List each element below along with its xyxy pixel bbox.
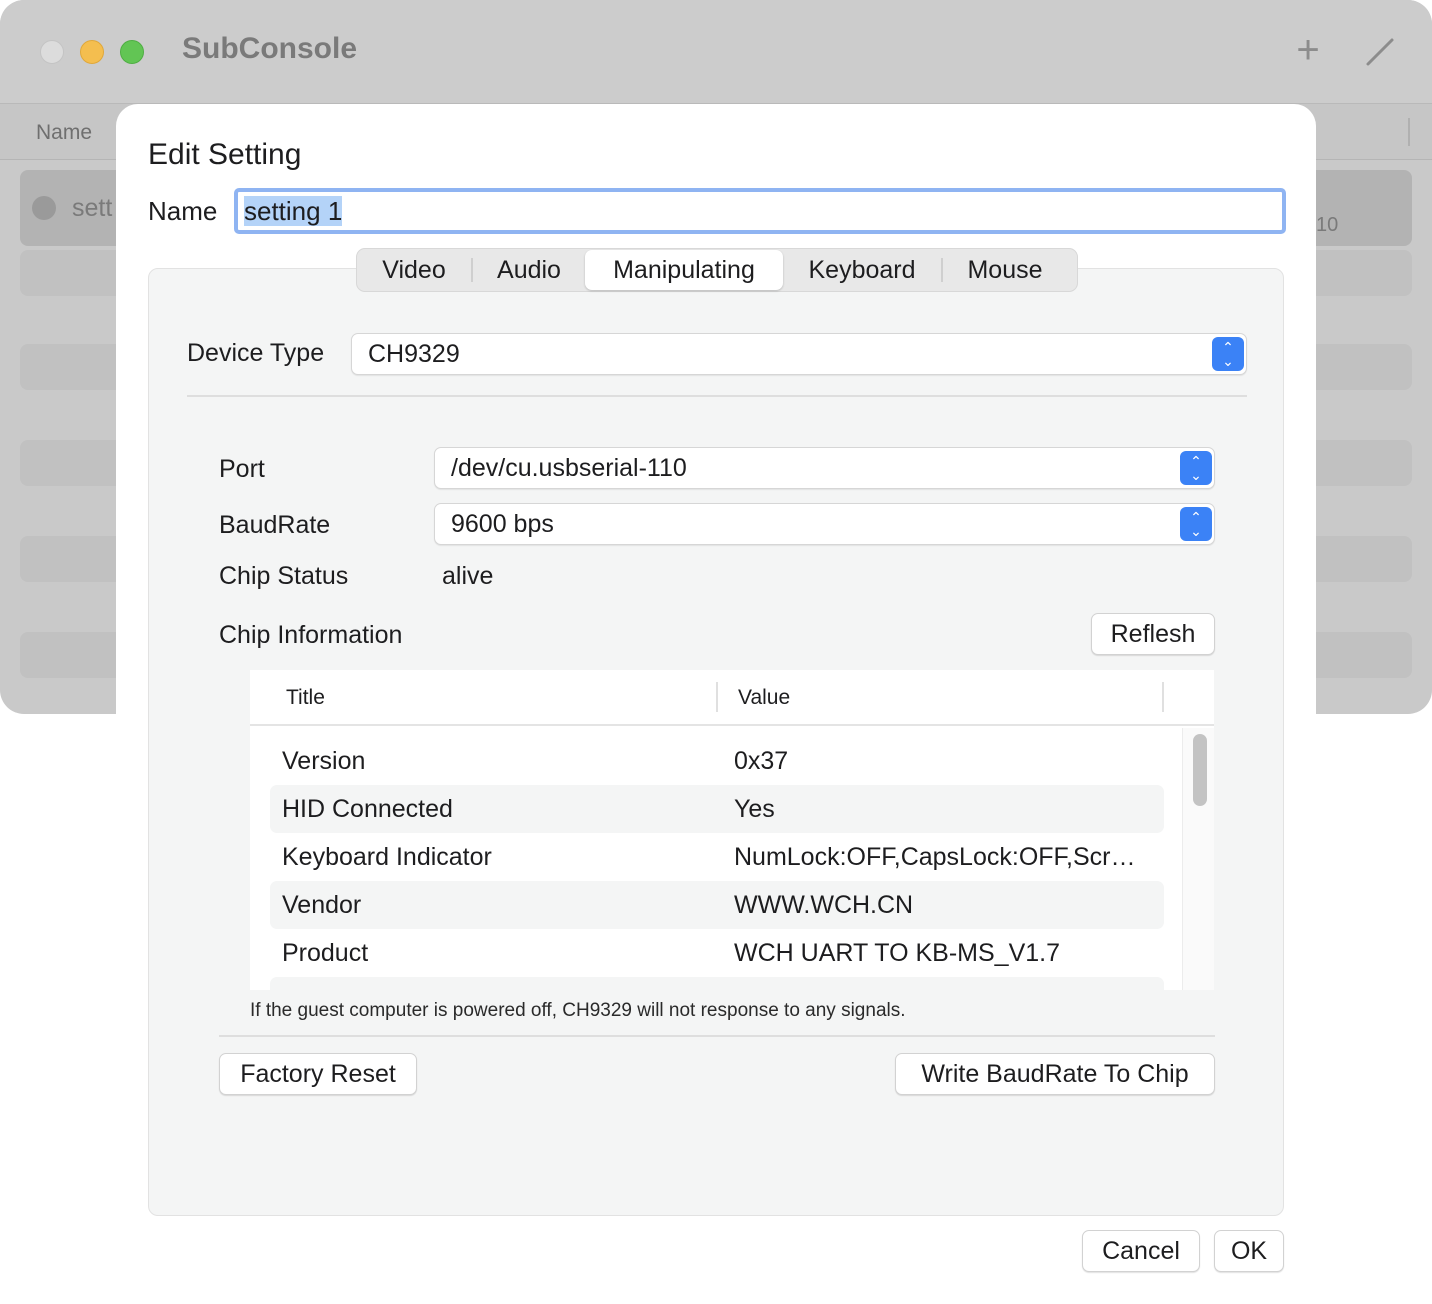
name-field[interactable]: setting 1 — [234, 188, 1286, 234]
close-window-button[interactable] — [40, 40, 64, 64]
table-header: Title Value — [250, 670, 1214, 726]
table-row[interactable]: Product WCH UART TO KB-MS_V1.7 — [270, 929, 1164, 977]
cell-title: Product — [282, 939, 369, 967]
window-title: SubConsole — [182, 32, 358, 65]
tab-keyboard[interactable]: Keyboard — [783, 250, 941, 290]
tab-mouse[interactable]: Mouse — [943, 250, 1067, 290]
chip-information-label: Chip Information — [219, 621, 403, 649]
column-separator[interactable] — [1162, 682, 1164, 712]
tab-video[interactable]: Video — [357, 250, 471, 290]
factory-reset-button[interactable]: Factory Reset — [219, 1053, 417, 1095]
chip-info-table: Title Value Version 0x37 HID Connected Y… — [250, 670, 1214, 990]
pencil-icon[interactable] — [1358, 30, 1402, 74]
table-row[interactable] — [270, 977, 1164, 990]
column-separator — [1408, 118, 1410, 146]
chevron-up-down-icon: ⌃ ⌄ — [1180, 507, 1212, 541]
titlebar: SubConsole + — [0, 0, 1432, 104]
baudrate-label: BaudRate — [219, 511, 331, 539]
write-baudrate-button[interactable]: Write BaudRate To Chip — [895, 1053, 1215, 1095]
port-select[interactable]: /dev/cu.usbserial-110 ⌃ ⌄ — [434, 447, 1215, 489]
ok-button[interactable]: OK — [1214, 1230, 1284, 1272]
cell-value: WCH UART TO KB-MS_V1.7 — [734, 939, 1061, 967]
name-field-value: setting 1 — [244, 196, 343, 226]
cell-title: Keyboard Indicator — [282, 843, 492, 871]
chevron-up-down-icon: ⌃ ⌄ — [1180, 451, 1212, 485]
tab-audio[interactable]: Audio — [473, 250, 585, 290]
table-row[interactable]: Vendor WWW.WCH.CN — [270, 881, 1164, 929]
table-row[interactable]: HID Connected Yes — [270, 785, 1164, 833]
column-header-title[interactable]: Title — [286, 686, 325, 710]
tab-manipulating[interactable]: Manipulating — [585, 250, 783, 290]
divider — [219, 1035, 1215, 1037]
cell-title: Vendor — [282, 891, 362, 919]
table-row[interactable]: Keyboard Indicator NumLock:OFF,CapsLock:… — [270, 833, 1164, 881]
baudrate-select[interactable]: 9600 bps ⌃ ⌄ — [434, 503, 1215, 545]
list-item-name: sett — [72, 194, 113, 222]
column-separator[interactable] — [716, 682, 718, 712]
cancel-button[interactable]: Cancel — [1082, 1230, 1200, 1272]
baudrate-value: 9600 bps — [451, 510, 554, 538]
minimize-window-button[interactable] — [80, 40, 104, 64]
cell-value: Yes — [734, 795, 775, 823]
list-item-detail: 10 — [1316, 214, 1339, 236]
device-type-value: CH9329 — [368, 340, 460, 368]
plus-icon[interactable]: + — [1286, 30, 1330, 74]
chip-status-value: alive — [442, 562, 494, 590]
column-header-value[interactable]: Value — [738, 686, 790, 710]
cell-title: Version — [282, 747, 366, 775]
cell-title: HID Connected — [282, 795, 453, 823]
power-off-note: If the guest computer is powered off, CH… — [250, 1000, 906, 1021]
refresh-button[interactable]: Reflesh — [1091, 613, 1215, 655]
port-label: Port — [219, 455, 265, 483]
scrollbar-thumb[interactable] — [1193, 734, 1207, 806]
chip-status-label: Chip Status — [219, 562, 349, 590]
device-type-select[interactable]: CH9329 ⌃ ⌄ — [351, 333, 1247, 375]
edit-setting-sheet: Edit Setting Name setting 1 Device Type … — [116, 104, 1316, 1304]
chevron-up-down-icon: ⌃ ⌄ — [1212, 337, 1244, 371]
tab-bar: Video Audio Manipulating Keyboard Mouse — [356, 248, 1078, 292]
vertical-scrollbar[interactable] — [1182, 728, 1214, 990]
table-row[interactable]: Version 0x37 — [270, 737, 1164, 785]
cell-value: WWW.WCH.CN — [734, 891, 914, 919]
status-dot-icon — [32, 196, 56, 220]
device-type-label: Device Type — [187, 339, 325, 367]
cell-value: NumLock:OFF,CapsLock:OFF,Scr… — [734, 843, 1136, 871]
sheet-title: Edit Setting — [148, 138, 302, 171]
port-value: /dev/cu.usbserial-110 — [451, 454, 687, 482]
zoom-window-button[interactable] — [120, 40, 144, 64]
name-label: Name — [148, 196, 218, 226]
cell-value: 0x37 — [734, 747, 789, 775]
column-header-name[interactable]: Name — [36, 121, 92, 145]
divider — [187, 395, 1247, 397]
